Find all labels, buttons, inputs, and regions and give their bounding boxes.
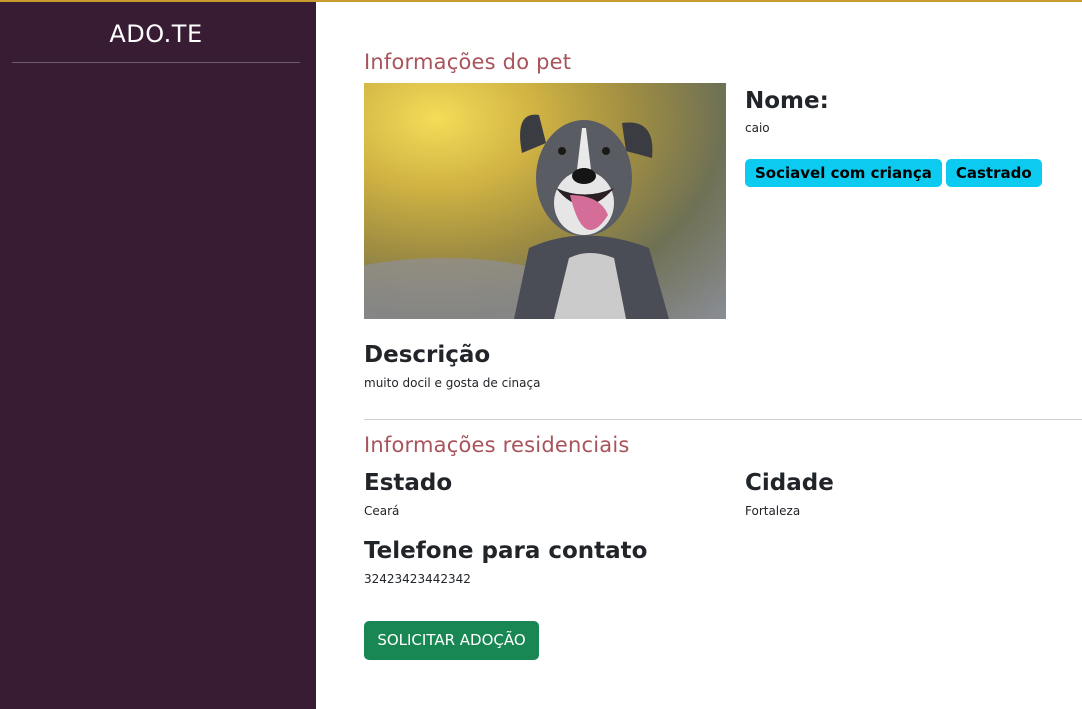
tag-social-with-children: Sociavel com criança [745,159,942,187]
state-value: Ceará [364,504,400,518]
phone-value: 32423423442342 [364,572,471,586]
request-adoption-button[interactable]: SOLICITAR ADOÇÃO [364,621,539,660]
main-content: Informações do pet Nome: caio Sociavel c… [316,2,1082,709]
state-label: Estado [364,470,453,496]
dog-image-icon [364,114,669,319]
pet-info-title: Informações do pet [364,50,572,74]
residential-info-title: Informações residenciais [364,433,630,457]
brand-logo[interactable]: ADO.TE [12,20,300,48]
phone-label: Telefone para contato [364,538,648,564]
sidebar-divider [12,62,300,63]
description-value: muito docil e gosta de cinaça [364,376,541,390]
tag-castrated: Castrado [945,159,1042,187]
section-divider [364,419,1082,420]
sidebar: ADO.TE [0,2,316,709]
pet-tags: Sociavel com criança Castrado [745,159,1042,187]
city-value: Fortaleza [745,504,801,518]
pet-name-label: Nome: [745,88,829,114]
city-label: Cidade [745,470,834,496]
pet-name-value: caio [745,121,770,135]
description-label: Descrição [364,342,491,368]
pet-photo [364,83,726,319]
